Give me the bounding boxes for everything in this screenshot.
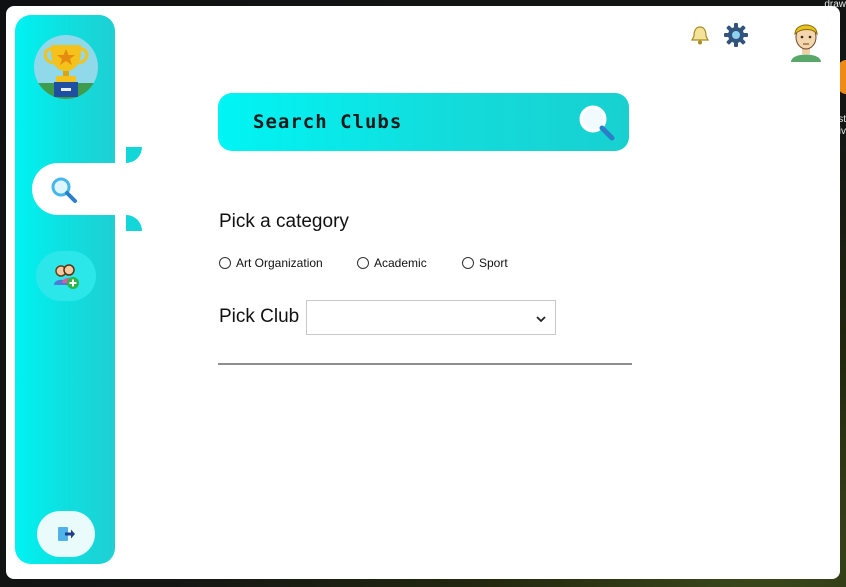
pick-club-label: Pick Club: [219, 306, 300, 327]
app-window: Search Clubs Pick a category Art Organiz…: [6, 6, 840, 579]
radio-academic[interactable]: Academic: [357, 253, 427, 273]
radio-art-organization[interactable]: Art Organization: [219, 253, 323, 273]
category-heading: Pick a category: [219, 211, 349, 232]
club-select[interactable]: [306, 300, 556, 335]
sidebar-item-logout[interactable]: [37, 511, 95, 557]
radio-circle[interactable]: [462, 257, 474, 269]
trophy-icon: [34, 35, 98, 99]
search-icon[interactable]: [576, 102, 616, 142]
sidebar-item-search[interactable]: [32, 147, 142, 231]
page-title: Search Clubs: [253, 111, 403, 133]
chevron-down-icon: [536, 316, 546, 323]
search-clubs-banner[interactable]: Search Clubs: [218, 93, 629, 151]
radio-circle[interactable]: [357, 257, 369, 269]
radio-circle[interactable]: [219, 257, 231, 269]
bell-icon[interactable]: [690, 24, 710, 46]
radio-label: Academic: [374, 256, 427, 270]
category-radio-group: Art Organization Academic Sport: [219, 253, 639, 273]
search-icon: [51, 177, 77, 203]
radio-label: Art Organization: [236, 256, 323, 270]
avatar-icon[interactable]: [789, 18, 823, 62]
radio-label: Sport: [479, 256, 508, 270]
sidebar: [15, 15, 142, 564]
gear-icon[interactable]: [723, 22, 749, 48]
divider: [218, 363, 632, 365]
radio-sport[interactable]: Sport: [462, 253, 508, 273]
sidebar-item-groups[interactable]: [36, 251, 96, 301]
group-add-icon: [54, 264, 79, 289]
logout-icon: [58, 527, 75, 541]
